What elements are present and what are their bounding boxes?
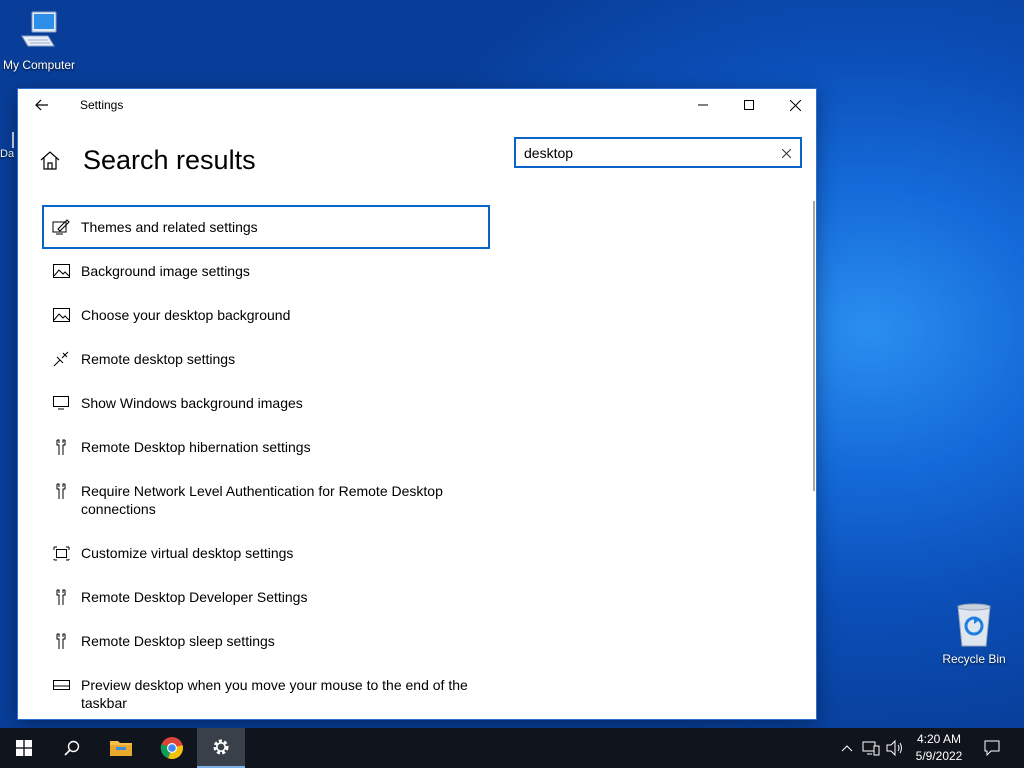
- result-label: Remote Desktop Developer Settings: [81, 589, 308, 605]
- desktop-icon-partial[interactable]: Da: [0, 132, 14, 172]
- result-label: Show Windows background images: [81, 395, 303, 411]
- clock-date: 5/9/2022: [915, 749, 963, 763]
- settings-window: Settings Search results Themes and relat…: [17, 88, 817, 720]
- developer-tools-icon: [52, 632, 70, 650]
- result-item-network-level-auth[interactable]: Require Network Level Authentication for…: [42, 469, 490, 531]
- chevron-up-icon: [841, 745, 853, 752]
- maximize-button[interactable]: [726, 89, 772, 121]
- chrome-icon: [160, 737, 183, 760]
- result-item-themes[interactable]: Themes and related settings: [42, 205, 490, 249]
- partial-icon-glyph: [12, 132, 14, 148]
- result-item-background-image[interactable]: Background image settings: [42, 249, 490, 293]
- taskbar-file-explorer[interactable]: [97, 728, 145, 768]
- result-label: Remote desktop settings: [81, 351, 236, 367]
- result-item-rd-developer[interactable]: Remote Desktop Developer Settings: [42, 575, 490, 619]
- taskbar: 4:20 AM 5/9/2022: [0, 728, 1024, 768]
- title-bar: Settings: [18, 89, 816, 121]
- remote-desktop-icon: [52, 350, 70, 368]
- start-button[interactable]: [0, 728, 48, 768]
- network-icon: [862, 741, 880, 756]
- recycle-bin-icon: [957, 603, 991, 647]
- folder-icon: [110, 741, 132, 756]
- search-input[interactable]: [524, 142, 769, 164]
- notifications-button[interactable]: [978, 728, 1006, 768]
- result-item-windows-background-images[interactable]: Show Windows background images: [42, 381, 490, 425]
- desktop-icon-label: Da: [0, 148, 14, 160]
- result-label: Require Network Level Authentication for…: [81, 483, 443, 517]
- taskbar-chrome[interactable]: [148, 728, 196, 768]
- search-icon: [64, 740, 80, 756]
- close-icon: [789, 99, 801, 111]
- home-button[interactable]: [40, 151, 60, 175]
- minimize-button[interactable]: [680, 89, 726, 121]
- show-hidden-icons-button[interactable]: [838, 728, 856, 768]
- desktop-icon-label: Recycle Bin: [942, 652, 1006, 666]
- back-button[interactable]: [26, 93, 58, 117]
- picture-icon: [52, 306, 70, 324]
- result-item-virtual-desktop[interactable]: Customize virtual desktop settings: [42, 531, 490, 575]
- result-label: Themes and related settings: [81, 219, 258, 235]
- result-item-rd-sleep[interactable]: Remote Desktop sleep settings: [42, 619, 490, 663]
- result-label: Choose your desktop background: [81, 307, 291, 323]
- result-label: Preview desktop when you move your mouse…: [81, 677, 468, 711]
- result-item-desktop-background[interactable]: Choose your desktop background: [42, 293, 490, 337]
- minimize-icon: [698, 104, 708, 106]
- result-item-rd-hibernation[interactable]: Remote Desktop hibernation settings: [42, 425, 490, 469]
- themes-icon: [52, 218, 70, 236]
- speaker-icon: [886, 740, 902, 756]
- developer-tools-icon: [52, 438, 70, 456]
- volume-button[interactable]: [884, 728, 906, 768]
- result-item-preview-desktop[interactable]: Preview desktop when you move your mouse…: [42, 663, 490, 719]
- gear-icon: [213, 739, 229, 755]
- close-button[interactable]: [772, 89, 816, 121]
- notification-icon: [984, 740, 1000, 756]
- window-title: Settings: [80, 98, 124, 112]
- clear-search-button[interactable]: [778, 145, 794, 161]
- developer-tools-icon: [52, 588, 70, 606]
- result-item-remote-desktop[interactable]: Remote desktop settings: [42, 337, 490, 381]
- search-results-list: Themes and related settings Background i…: [42, 205, 490, 719]
- desktop-icon-recycle-bin[interactable]: Recycle Bin: [932, 602, 1016, 666]
- taskbar-icon: [52, 676, 70, 694]
- network-button[interactable]: [860, 728, 882, 768]
- taskbar-settings[interactable]: [197, 728, 245, 768]
- result-label: Remote Desktop sleep settings: [81, 633, 275, 649]
- taskbar-search-button[interactable]: [48, 728, 96, 768]
- picture-icon: [52, 262, 70, 280]
- result-label: Background image settings: [81, 263, 250, 279]
- clock-time: 4:20 AM: [916, 732, 962, 746]
- computer-icon: [21, 11, 57, 47]
- multitasking-icon: [52, 544, 70, 562]
- search-box[interactable]: [514, 137, 802, 168]
- back-arrow-icon: [35, 99, 48, 111]
- home-icon: [40, 151, 60, 170]
- developer-tools-icon: [52, 482, 70, 500]
- close-icon: [781, 148, 791, 158]
- monitor-icon: [52, 394, 70, 412]
- result-label: Customize virtual desktop settings: [81, 545, 294, 561]
- desktop-icon-label: My Computer: [2, 58, 76, 72]
- page-title: Search results: [83, 145, 256, 175]
- scrollbar[interactable]: [813, 201, 815, 491]
- windows-logo-icon: [16, 740, 32, 756]
- maximize-icon: [744, 100, 754, 110]
- result-label: Remote Desktop hibernation settings: [81, 439, 311, 455]
- desktop-icon-my-computer[interactable]: My Computer: [0, 10, 81, 72]
- clock[interactable]: 4:20 AM 5/9/2022: [908, 731, 970, 765]
